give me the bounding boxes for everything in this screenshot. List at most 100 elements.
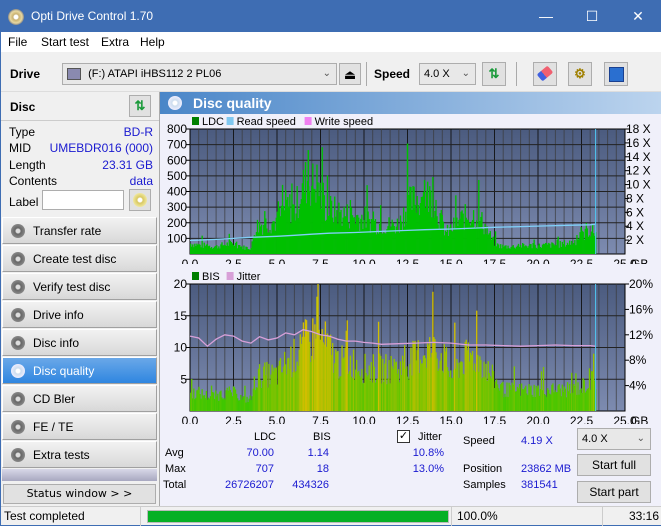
menu-file[interactable]: File [8,35,27,49]
x-tick-label: 22.5 [570,414,594,424]
legend-swatch-jitter [226,272,234,280]
menu-start-test[interactable]: Start test [41,35,89,49]
max-bis-value: 18 [316,463,329,475]
ldc-chart: LDC Read speed Write speed 100200 300400 500 6… [167,116,651,264]
floppy-save-icon [608,67,624,82]
save-button[interactable] [604,62,628,86]
samples-value: 381541 [521,479,558,491]
disc-refresh-button[interactable]: ⇅ [129,95,151,117]
jitter-checkbox[interactable]: ✓ [397,430,410,443]
y2-tick-label: 12 X [626,164,651,178]
nav-extra-tests[interactable]: Extra tests [2,441,157,468]
y-tick-label: 400 [167,185,187,199]
status-window-button[interactable]: Status window > > [3,484,156,504]
nav-create-test-disc[interactable]: Create test disc [2,245,157,272]
disc-info-icon [11,336,25,350]
toolbar-separator [366,62,367,86]
disc-label-input[interactable] [42,190,124,210]
position-label: Position [463,463,503,475]
total-ldc-value: 26726207 [225,479,274,491]
erase-button[interactable] [533,62,557,86]
x-tick-label: 5.0 [269,414,286,424]
nav-disc-info[interactable]: Disc info [2,329,157,356]
y-tick-label: 5 [180,372,187,386]
nav-transfer-rate[interactable]: Transfer rate [2,217,157,244]
y2-tick-label: 4% [629,379,647,393]
legend-label-read-speed: Read speed [237,116,296,128]
stats-col-bis: BIS [313,431,331,443]
disc-contents-key: Contents [9,174,58,188]
chevron-down-icon: ⌄ [461,68,470,79]
y2-tick-label: 18 X [626,122,651,136]
stats-row-total: Total [163,479,187,491]
eject-button[interactable]: ⏏ [339,63,361,85]
settings-button[interactable]: ⚙ [568,62,592,86]
nav-drive-info[interactable]: Drive info [2,301,157,328]
nav-label: Extra tests [33,448,90,462]
menu-help[interactable]: Help [140,35,165,49]
nav-verify-test-disc[interactable]: Verify test disc [2,273,157,300]
y2-tick-label: 12% [629,328,653,342]
nav-label: Transfer rate [33,224,102,238]
x-tick-label: 17.5 [483,414,507,424]
nav-fe-te[interactable]: FE / TE [2,413,157,440]
progress-fill [148,511,448,522]
test-speed-select[interactable]: 4.0 X ⌄ [577,428,651,450]
extra-tests-icon [11,448,25,462]
x-tick-label: 2.5 [225,414,242,424]
eraser-icon [536,65,554,82]
start-full-button[interactable]: Start full [577,454,651,476]
y2-tick-label: 20% [629,277,653,291]
speed-select[interactable]: 4.0 X ⌄ [419,63,476,85]
elapsed-time: 33:16 [628,509,659,523]
test-speed-value: 4.0 X [582,433,608,445]
refresh-arrows-icon: ⇅ [488,66,500,81]
nav-label: Disc info [33,336,80,350]
drive-select[interactable]: (F:) ATAPI iHBS112 2 PL06 ⌄ [62,63,337,85]
status-text: Test completed [1,507,141,526]
x-tick-label: 7.5 [312,257,329,264]
y-tick-label: 100 [167,231,187,245]
disc-type-key: Type [9,125,36,139]
toolbar: Drive (F:) ATAPI iHBS112 2 PL06 ⌄ ⏏ Spee… [1,52,661,92]
speed-stat-value: 4.19 X [521,435,553,447]
y-tick-label: 300 [167,200,187,214]
x-tick-label: 10.0 [352,257,376,264]
y-tick-label: 700 [167,138,187,152]
maximize-button[interactable]: ☐ [577,6,607,26]
bis-chart: BIS Jitter 5 10 15 20 4% 8% 12% 16% 20% 0.0 2.5 5.0 7.… [174,271,654,424]
app-disc-icon [8,9,24,25]
x-tick-label: 22.5 [570,257,594,264]
close-button[interactable]: ✕ [623,6,653,26]
x-unit-label: GB [631,257,648,264]
start-part-button[interactable]: Start part [577,481,651,503]
progress-bar [147,510,449,523]
nav-disc-quality[interactable]: Disc quality [2,357,157,384]
nav-cd-bler[interactable]: CD Bler [2,385,157,412]
disc-header: Disc ⇅ [1,92,159,121]
nav-label: Disc quality [33,364,95,378]
chevron-down-icon: ⌄ [322,68,331,79]
create-test-disc-icon [11,252,25,266]
disc-quality-icon [168,96,182,110]
total-bis-value: 434326 [292,479,329,491]
y-tick-label: 10 [174,341,188,355]
y2-tick-label: 14 X [626,150,651,164]
fe-te-icon [11,420,25,434]
menu-extra[interactable]: Extra [101,35,129,49]
nav-spacer [2,469,157,481]
nav-label: Drive info [33,308,84,322]
position-value: 23862 MB [521,463,572,475]
max-ldc-value: 707 [255,463,274,475]
legend-label-write-speed: Write speed [315,116,374,128]
refresh-button[interactable]: ⇅ [482,62,506,86]
minimize-button[interactable]: — [531,6,561,26]
disc-length-value: 23.31 GB [102,158,153,172]
disc-contents-row: Contents data [9,174,153,190]
samples-label: Samples [463,479,506,491]
disc-label-button[interactable] [129,189,151,211]
x-tick-label: 0.0 [182,257,199,264]
y2-tick-label: 16 X [626,136,651,150]
verify-test-disc-icon [11,280,25,294]
disc-length-key: Length [9,158,46,172]
